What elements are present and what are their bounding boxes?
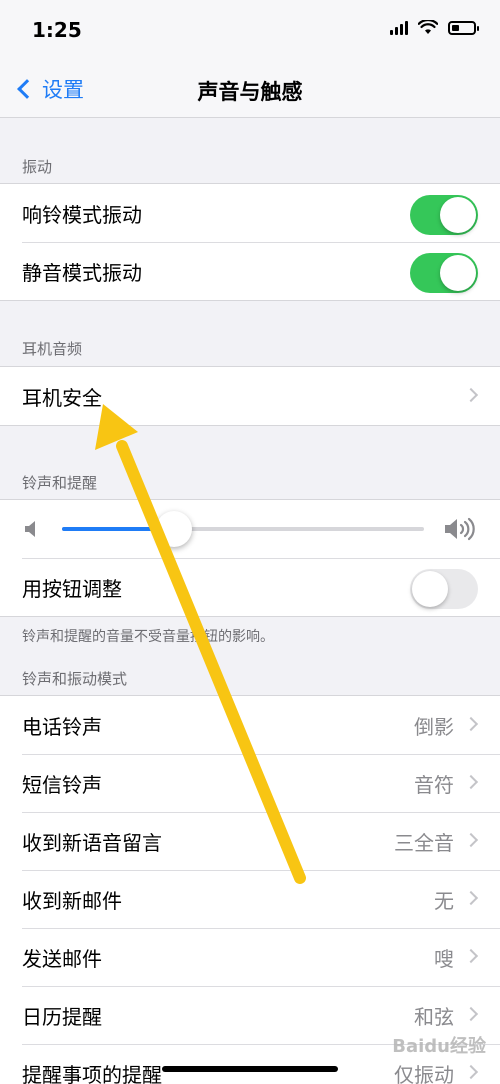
group-ringer: 用按钮调整: [0, 499, 500, 617]
row-value: 和弦: [414, 1004, 454, 1029]
chevron-right-icon: [463, 948, 479, 964]
status-bar: 1:25: [0, 0, 500, 60]
page-title: 声音与触感: [197, 80, 303, 104]
silent-vibrate-toggle[interactable]: [410, 253, 478, 293]
row-label: 发送邮件: [22, 946, 102, 971]
ring-vibrate-toggle[interactable]: [410, 195, 478, 235]
chevron-right-icon: [463, 1064, 479, 1080]
volume-slider[interactable]: [62, 511, 424, 547]
row-ringtone[interactable]: 电话铃声 倒影: [0, 696, 500, 754]
status-time: 1:25: [32, 18, 82, 42]
section-header-ringer: 铃声和提醒: [22, 474, 98, 492]
row-label: 静音模式振动: [22, 260, 142, 285]
speaker-quiet-icon: [25, 521, 35, 537]
row-silent-vibrate: 静音模式振动: [0, 242, 500, 300]
ringer-footnote: 铃声和提醒的音量不受音量按钮的影响。: [22, 629, 274, 645]
chevron-right-icon: [463, 832, 479, 848]
row-new-mail[interactable]: 收到新邮件 无: [0, 870, 500, 928]
row-label: 收到新邮件: [22, 888, 122, 913]
section-header-patterns: 铃声和振动模式: [22, 670, 128, 688]
row-value: 倒影: [414, 714, 454, 739]
row-label: 电话铃声: [22, 714, 102, 739]
row-label: 收到新语音留言: [22, 830, 162, 855]
change-with-buttons-toggle[interactable]: [410, 569, 478, 609]
row-headphone-safety[interactable]: 耳机安全: [0, 367, 500, 425]
group-vibration: 响铃模式振动 静音模式振动: [0, 183, 500, 301]
row-label: 耳机安全: [22, 385, 102, 410]
watermark: Baidu经验: [392, 1036, 486, 1057]
row-sent-mail[interactable]: 发送邮件 嗖: [0, 928, 500, 986]
wifi-icon: [418, 20, 438, 34]
battery-icon: [448, 20, 479, 35]
chevron-right-icon: [463, 1006, 479, 1022]
row-label: 日历提醒: [22, 1004, 102, 1029]
row-value: 无: [434, 888, 454, 913]
row-value: 三全音: [394, 830, 454, 855]
row-volume-slider: [0, 500, 500, 558]
row-new-voicemail[interactable]: 收到新语音留言 三全音: [0, 812, 500, 870]
row-label: 短信铃声: [22, 772, 102, 797]
row-value: 仅振动: [394, 1062, 454, 1084]
group-patterns: 电话铃声 倒影 短信铃声 音符 收到新语音留言 三全音 收到新邮件 无 发送邮件…: [0, 695, 500, 1084]
navigation-bar: 设置 声音与触感: [0, 60, 500, 118]
status-icons: [390, 20, 479, 35]
row-value: 音符: [414, 772, 454, 797]
speaker-loud-icon: [445, 517, 475, 541]
row-ring-vibrate: 响铃模式振动: [0, 184, 500, 242]
home-indicator: [162, 1066, 338, 1072]
chevron-right-icon: [463, 774, 479, 790]
chevron-right-icon: [463, 890, 479, 906]
section-header-headphone: 耳机音频: [22, 340, 83, 358]
volume-slider-thumb[interactable]: [156, 511, 193, 547]
row-label: 响铃模式振动: [22, 202, 142, 227]
group-headphone: 耳机安全: [0, 366, 500, 426]
row-text-tone[interactable]: 短信铃声 音符: [0, 754, 500, 812]
row-change-with-buttons: 用按钮调整: [0, 558, 500, 616]
chevron-right-icon: [463, 716, 479, 732]
row-value: 嗖: [434, 946, 454, 971]
row-label: 提醒事项的提醒: [22, 1062, 162, 1084]
section-header-vibration: 振动: [22, 158, 53, 176]
chevron-right-icon: [463, 387, 479, 403]
cellular-signal-icon: [390, 20, 408, 35]
row-label: 用按钮调整: [22, 576, 122, 601]
